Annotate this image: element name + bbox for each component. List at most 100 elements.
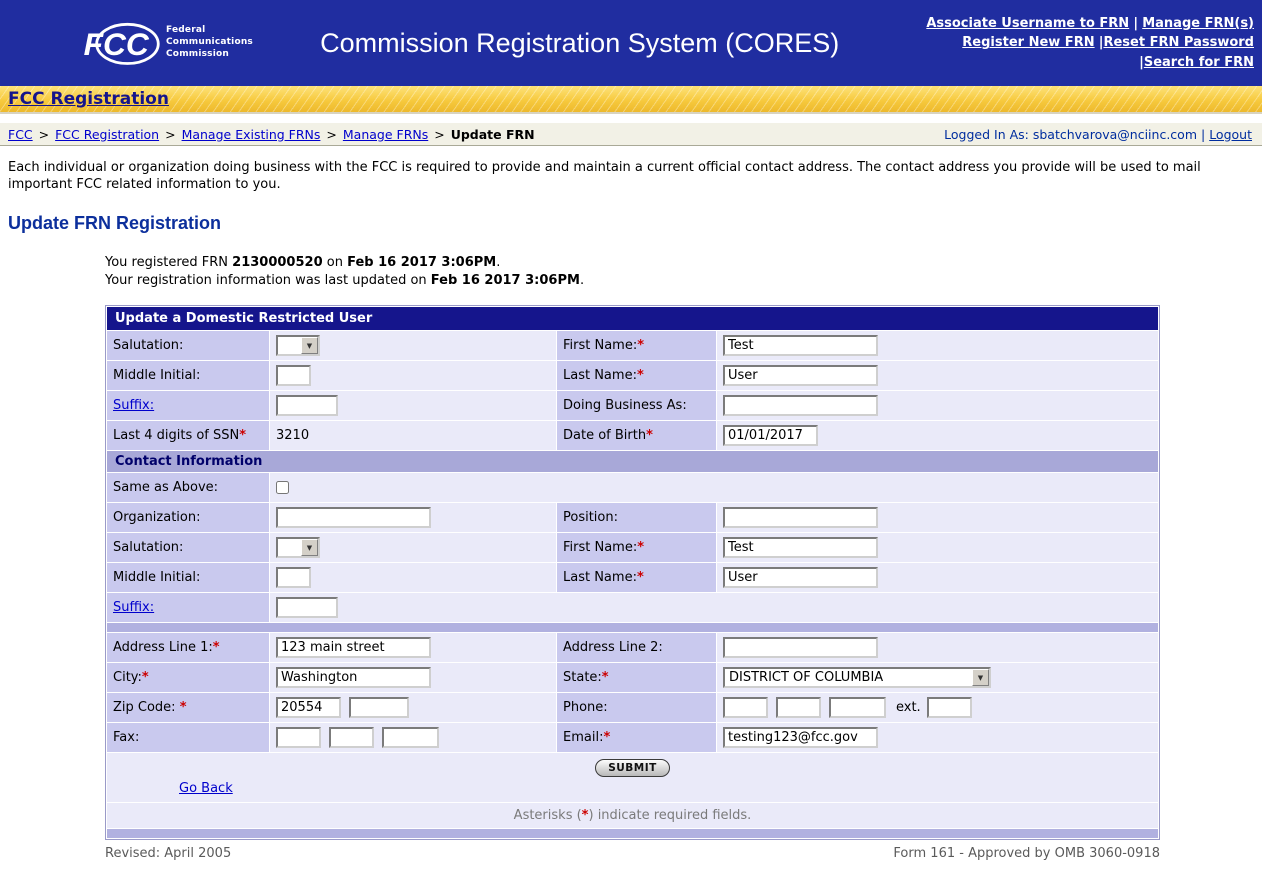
last-name-input-1[interactable]	[723, 365, 878, 386]
registration-line-1: You registered FRN 2130000520 on Feb 16 …	[105, 254, 1262, 272]
gold-banner: FCC Registration	[0, 86, 1262, 114]
breadcrumb-link-manage-existing-frns[interactable]: Manage Existing FRNs	[182, 127, 321, 142]
fax-input-1[interactable]	[276, 727, 321, 748]
address-line1-input[interactable]	[276, 637, 431, 658]
state-select[interactable]: DISTRICT OF COLUMBIA ▼	[723, 667, 991, 688]
suffix-input-1[interactable]	[276, 395, 338, 416]
zip-input-2[interactable]	[349, 697, 409, 718]
state-label: State:	[563, 670, 602, 685]
fax-input-3[interactable]	[382, 727, 439, 748]
required-asterisk: *	[602, 670, 609, 685]
table-section-header-row: Update a Domestic Restricted User	[107, 307, 1158, 330]
revised-date: Revised: April 2005	[105, 846, 231, 861]
fcc-registration-banner-link[interactable]: FCC Registration	[8, 89, 169, 109]
salutation-select-2[interactable]: ▼	[276, 537, 320, 558]
suffix-link-2[interactable]: Suffix:	[113, 600, 154, 615]
registration-date: Feb 16 2017 3:06PM	[347, 255, 496, 270]
phone-input-2[interactable]	[776, 697, 821, 718]
first-name-input-1[interactable]	[723, 335, 878, 356]
table-row: Salutation: ▼ First Name:*	[107, 331, 1158, 360]
required-asterisk: *	[142, 670, 149, 685]
page-header-title: Commission Registration System (CORES)	[253, 28, 926, 59]
first-name-label: First Name:	[563, 338, 637, 353]
phone-input-3[interactable]	[829, 697, 886, 718]
first-name-label: First Name:	[563, 540, 637, 555]
doing-business-as-input[interactable]	[723, 395, 878, 416]
breadcrumb-separator: >	[434, 127, 444, 142]
table-row: Last 4 digits of SSN* 3210 Date of Birth…	[107, 421, 1158, 450]
last-name-label: Last Name:	[563, 570, 637, 585]
breadcrumb-separator: >	[39, 127, 49, 142]
pipe-separator: |	[1133, 16, 1138, 31]
salutation-label: Salutation:	[113, 540, 183, 555]
table-row: Suffix: Doing Business As:	[107, 391, 1158, 420]
logout-link[interactable]: Logout	[1209, 127, 1252, 142]
last-updated-date: Feb 16 2017 3:06PM	[431, 273, 580, 288]
suffix-input-2[interactable]	[276, 597, 338, 618]
suffix-link-1[interactable]: Suffix:	[113, 398, 154, 413]
breadcrumb: FCC > FCC Registration > Manage Existing…	[8, 127, 535, 142]
pipe-separator: |	[1201, 127, 1205, 142]
last-name-input-2[interactable]	[723, 567, 878, 588]
breadcrumb-current-page: Update FRN	[451, 127, 535, 142]
first-name-input-2[interactable]	[723, 537, 878, 558]
chevron-down-icon: ▼	[301, 539, 318, 556]
last-name-label: Last Name:	[563, 368, 637, 383]
section-divider	[107, 623, 1158, 632]
required-asterisk: *	[239, 428, 246, 443]
link-associate-username-to-frn[interactable]: Associate Username to FRN	[926, 16, 1129, 31]
phone-input-1[interactable]	[723, 697, 768, 718]
doing-business-as-label: Doing Business As:	[563, 398, 687, 413]
link-manage-frns[interactable]: Manage FRN(s)	[1142, 16, 1254, 31]
middle-initial-label: Middle Initial:	[113, 368, 200, 383]
frn-number: 2130000520	[232, 255, 322, 270]
date-of-birth-input[interactable]	[723, 425, 818, 446]
required-asterisk: *	[180, 700, 187, 715]
organization-input[interactable]	[276, 507, 431, 528]
app-header: FCC Federal Communications Commission Co…	[0, 0, 1262, 86]
phone-ext-label: ext.	[896, 700, 921, 715]
chevron-down-icon: ▼	[301, 337, 318, 354]
middle-initial-input-2[interactable]	[276, 567, 311, 588]
table-row: Middle Initial: Last Name:*	[107, 361, 1158, 390]
note-row: Asterisks (*) indicate required fields.	[107, 803, 1158, 828]
position-input[interactable]	[723, 507, 878, 528]
salutation-select-1[interactable]: ▼	[276, 335, 320, 356]
registration-line-2: Your registration information was last u…	[105, 272, 1262, 290]
breadcrumb-link-fcc[interactable]: FCC	[8, 127, 33, 142]
required-fields-note: Asterisks (*) indicate required fields.	[107, 803, 1158, 828]
city-input[interactable]	[276, 667, 431, 688]
table-row: Organization: Position:	[107, 503, 1158, 532]
session-info: Logged In As: sbatchvarova@nciinc.com | …	[944, 127, 1252, 142]
address-line2-input[interactable]	[723, 637, 878, 658]
fax-label: Fax:	[113, 730, 139, 745]
zip-input-1[interactable]	[276, 697, 341, 718]
same-as-above-label: Same as Above:	[113, 480, 218, 495]
submit-button[interactable]: SUBMIT	[595, 759, 670, 777]
middle-initial-label: Middle Initial:	[113, 570, 200, 585]
go-back-link[interactable]: Go Back	[179, 781, 233, 796]
required-asterisk: *	[637, 570, 644, 585]
same-as-above-checkbox[interactable]	[276, 481, 289, 494]
link-register-new-frn[interactable]: Register New FRN	[962, 35, 1094, 50]
ssn-label: Last 4 digits of SSN	[113, 428, 239, 443]
email-input[interactable]	[723, 727, 878, 748]
breadcrumb-separator: >	[165, 127, 175, 142]
breadcrumb-link-fcc-registration[interactable]: FCC Registration	[55, 127, 159, 142]
breadcrumb-link-manage-frns[interactable]: Manage FRNs	[343, 127, 428, 142]
table-row: Address Line 1:* Address Line 2:	[107, 633, 1158, 662]
required-asterisk: *	[603, 730, 610, 745]
fax-input-2[interactable]	[329, 727, 374, 748]
phone-ext-input[interactable]	[927, 697, 972, 718]
required-asterisk: *	[637, 540, 644, 555]
link-search-for-frn[interactable]: Search for FRN	[1144, 55, 1254, 70]
required-asterisk: *	[646, 428, 653, 443]
salutation-label: Salutation:	[113, 338, 183, 353]
middle-initial-input-1[interactable]	[276, 365, 311, 386]
registration-summary: You registered FRN 2130000520 on Feb 16 …	[105, 254, 1262, 289]
link-reset-frn-password[interactable]: Reset FRN Password	[1103, 35, 1254, 50]
breadcrumb-bar: FCC > FCC Registration > Manage Existing…	[0, 122, 1262, 146]
fcc-logo-text: FCC	[84, 26, 150, 62]
header-nav: Associate Username to FRN | Manage FRN(s…	[926, 14, 1254, 73]
page-title: Update FRN Registration	[8, 213, 1262, 234]
